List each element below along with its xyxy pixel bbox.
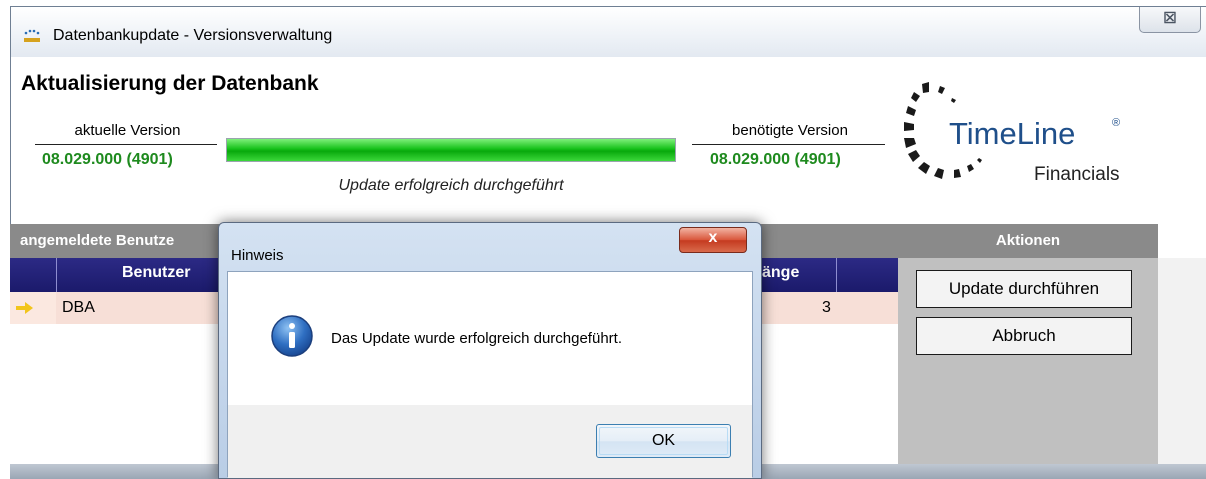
window-right-strip bbox=[1158, 258, 1206, 464]
current-version-value: 08.029.000 (4901) bbox=[42, 151, 173, 168]
required-version-divider bbox=[692, 144, 885, 145]
logo-subtitle: Financials bbox=[1034, 164, 1120, 185]
progress-fill bbox=[227, 139, 675, 161]
current-version-label: aktuelle Version bbox=[74, 122, 181, 139]
window-title: Datenbankupdate - Versionsverwaltung bbox=[53, 27, 333, 44]
required-version-value: 08.029.000 (4901) bbox=[710, 151, 841, 168]
update-status-text: Update erfolgreich durchgeführt bbox=[338, 177, 564, 194]
dialog-title: Hinweis bbox=[231, 247, 284, 264]
ok-button[interactable]: OK bbox=[596, 424, 731, 458]
close-icon: ☒ bbox=[1163, 10, 1177, 27]
logo-registered-mark: ® bbox=[1112, 117, 1121, 129]
cell-user: DBA bbox=[62, 299, 95, 316]
app-icon bbox=[24, 29, 40, 42]
close-icon: x bbox=[708, 229, 718, 246]
title-bar[interactable]: Datenbankupdate - Versionsverwaltung ☒ bbox=[11, 7, 1206, 57]
dialog-close-button[interactable]: x bbox=[679, 227, 747, 253]
users-panel-title: angemeldete Benutze bbox=[20, 232, 175, 249]
page-title: Aktualisierung der Datenbank bbox=[21, 72, 319, 95]
cell-count: 3 bbox=[822, 299, 831, 316]
row-indicator bbox=[10, 292, 56, 324]
info-dialog: Hinweis x Das Update wurde erfolgreich d… bbox=[218, 222, 762, 479]
column-separator bbox=[56, 258, 57, 292]
logo-name: TimeLine bbox=[949, 116, 1076, 151]
cancel-button[interactable]: Abbruch bbox=[916, 317, 1132, 355]
required-version-label: benötigte Version bbox=[732, 122, 848, 139]
column-header-user[interactable]: Benutzer bbox=[122, 264, 190, 282]
column-separator bbox=[836, 258, 837, 292]
actions-panel: Update durchführen Abbruch bbox=[898, 258, 1158, 464]
actions-panel-title: Aktionen bbox=[995, 232, 1061, 249]
update-button[interactable]: Update durchführen bbox=[916, 270, 1132, 308]
update-progress-bar bbox=[226, 138, 676, 162]
column-header-count[interactable]: änge bbox=[762, 264, 799, 282]
dialog-message-area: Das Update wurde erfolgreich durchgeführ… bbox=[228, 272, 752, 405]
current-version-divider bbox=[35, 144, 217, 145]
arrow-right-icon bbox=[16, 302, 33, 314]
dialog-message: Das Update wurde erfolgreich durchgeführ… bbox=[331, 330, 622, 347]
window-close-button[interactable]: ☒ bbox=[1139, 7, 1201, 33]
actions-panel-header: Aktionen bbox=[898, 224, 1158, 258]
info-icon bbox=[271, 315, 313, 357]
